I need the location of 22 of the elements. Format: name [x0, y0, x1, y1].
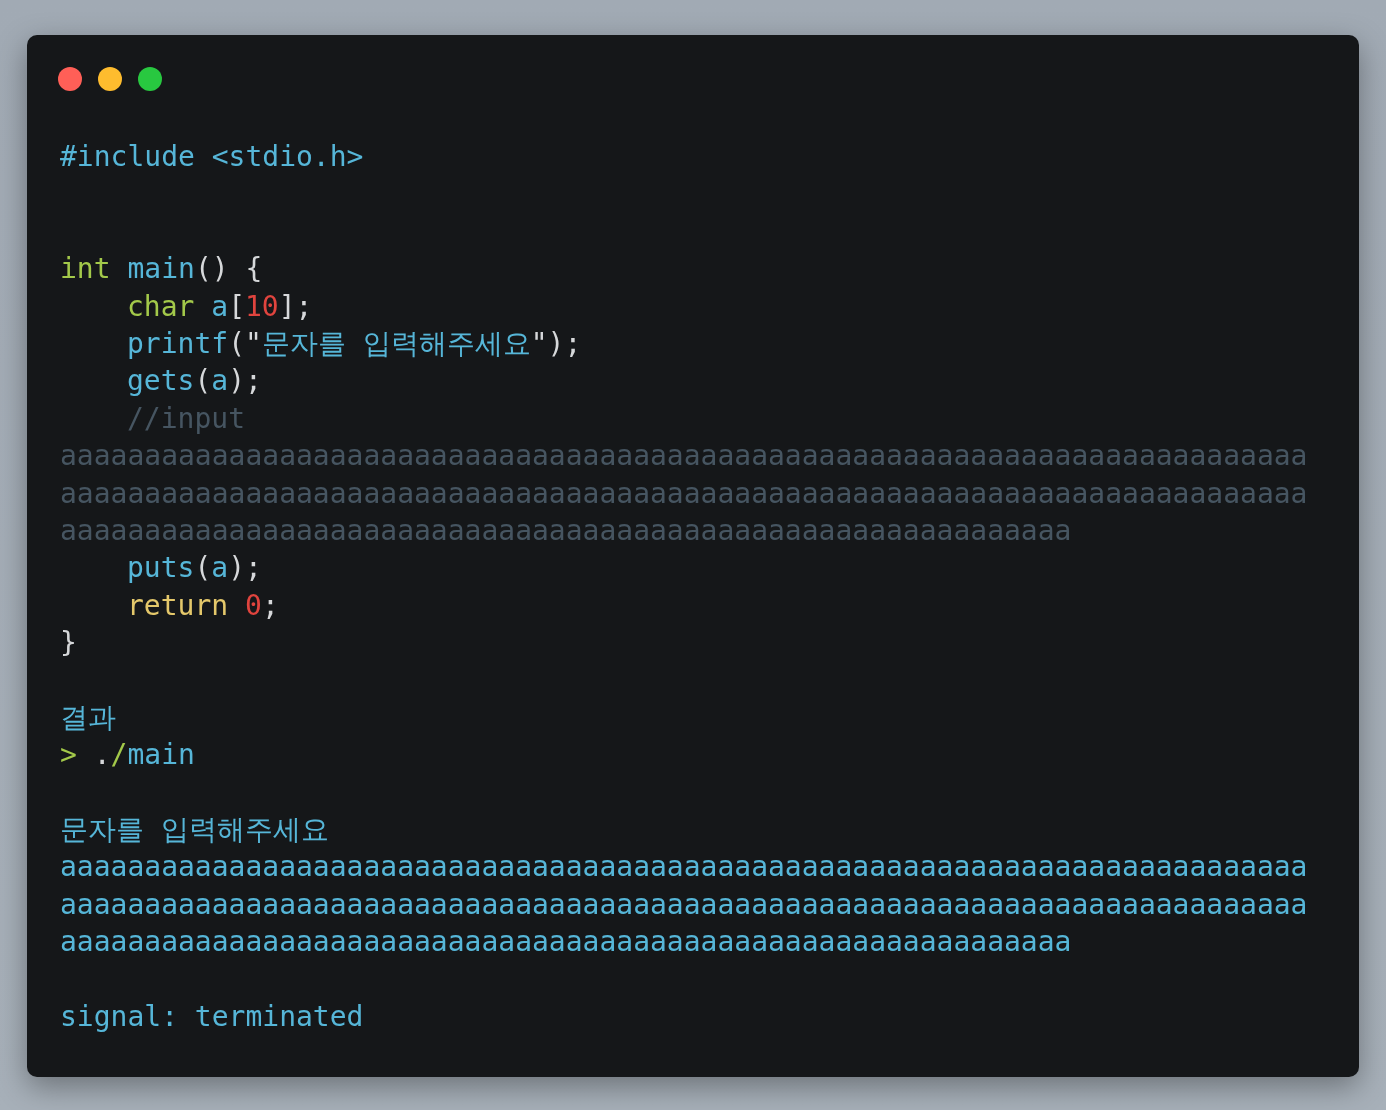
- code-line: int main() {: [60, 251, 263, 288]
- code-line: 결과: [60, 699, 116, 736]
- code-line: char a[10];: [127, 288, 313, 325]
- window-close-icon[interactable]: [58, 67, 82, 91]
- code-line: aaaaaaaaaaaaaaaaaaaaaaaaaaaaaaaaaaaaaaaaaaaaaaaaaaaaaaaaaaaa: [60, 924, 1072, 961]
- code-line: 문자를 입력해주세요: [60, 812, 329, 849]
- code-line: > ./main: [60, 737, 195, 774]
- code-line: signal: terminated: [60, 999, 364, 1035]
- code-line: printf("문자를 입력해주세요");: [127, 325, 582, 362]
- code-line: #include <stdio.h>: [60, 139, 364, 175]
- code-line: aaaaaaaaaaaaaaaaaaaaaaaaaaaaaaaaaaaaaaaaaaaaaaaaaaaaaaaaaaaaaaaaaaaaaaaaaa: [60, 849, 1308, 886]
- code-line: puts(a);: [127, 550, 262, 587]
- code-line: gets(a);: [127, 363, 262, 400]
- window-minimize-icon[interactable]: [98, 67, 122, 91]
- code-line: }: [60, 625, 77, 662]
- code-line: return 0;: [127, 587, 279, 624]
- code-line: aaaaaaaaaaaaaaaaaaaaaaaaaaaaaaaaaaaaaaaaaaaaaaaaaaaaaaaaaaaa: [60, 512, 1072, 549]
- code-line: aaaaaaaaaaaaaaaaaaaaaaaaaaaaaaaaaaaaaaaaaaaaaaaaaaaaaaaaaaaaaaaaaaaaaaaaaa: [60, 438, 1308, 475]
- window-zoom-icon[interactable]: [138, 67, 162, 91]
- code-line: aaaaaaaaaaaaaaaaaaaaaaaaaaaaaaaaaaaaaaaaaaaaaaaaaaaaaaaaaaaaaaaaaaaaaaaaaa: [60, 475, 1308, 512]
- code-line: aaaaaaaaaaaaaaaaaaaaaaaaaaaaaaaaaaaaaaaaaaaaaaaaaaaaaaaaaaaaaaaaaaaaaaaaaa: [60, 886, 1308, 923]
- code-line: //input: [127, 400, 245, 437]
